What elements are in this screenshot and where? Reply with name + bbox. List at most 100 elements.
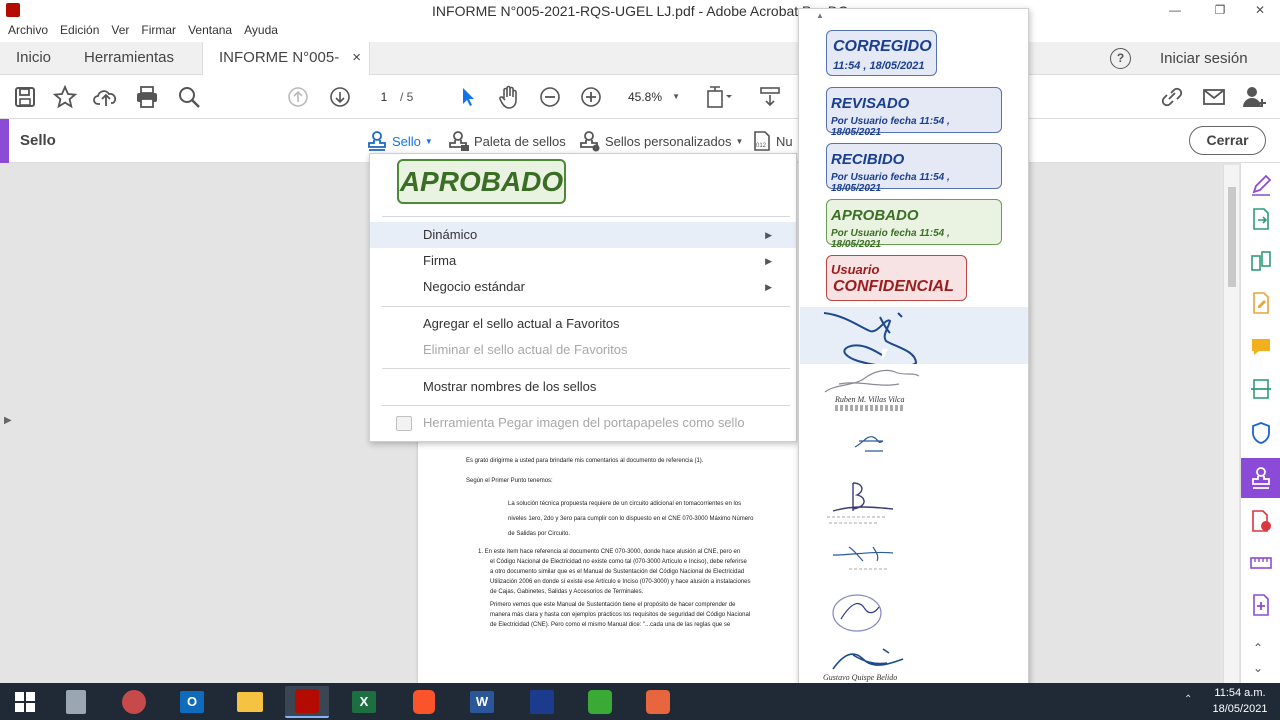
tab-inicio[interactable]: Inicio [0,42,67,75]
rail-expand-icon[interactable]: ⌃ [1253,641,1263,655]
zoom-out-icon[interactable] [536,83,564,111]
hand-tool-icon[interactable] [495,83,523,111]
stamp-panel: ▲ CORREGIDO 11:54 , 18/05/2021 REVISADO … [798,8,1029,718]
bookmark-star-icon[interactable] [51,83,79,111]
signature-stamp-2[interactable]: Ruben M. Villas Vilca [819,364,929,414]
export-pdf-icon[interactable] [1249,207,1273,231]
rail-collapse-icon[interactable]: ⌄ [1253,661,1263,675]
zoom-select[interactable]: 45.8% ▼ [620,85,686,109]
fill-sign-icon[interactable] [1249,173,1273,197]
scan-icon[interactable] [1249,377,1273,401]
signature-image [832,546,894,570]
snipping-tool-icon[interactable] [112,686,156,718]
signature-stamp-6[interactable] [827,589,889,639]
stamp-title: RECIBIDO [831,151,905,168]
clock-date[interactable]: 18/05/2021 [1205,703,1275,715]
custom-stamps-button[interactable]: Sellos personalizados ▼ [579,129,743,153]
page-up-icon[interactable] [284,83,312,111]
clock-time[interactable]: 11:54 a.m. [1205,687,1275,699]
numbering-button[interactable]: 012 Nu [752,129,793,153]
menu-item-dinamico[interactable]: Dinámico ▶ [370,222,796,248]
search-icon[interactable] [175,83,203,111]
outlook-icon[interactable]: O [170,686,214,718]
measure-icon[interactable] [1249,551,1273,575]
stamp-dropdown-button[interactable]: Sello ▼ [366,129,433,153]
stamp-revisado[interactable]: REVISADO Por Usuario fecha 11:54 , 18/05… [826,87,1002,138]
menu-item-firma[interactable]: Firma ▶ [370,248,796,274]
signin-link[interactable]: Iniciar sesión [1160,50,1248,67]
stamp-aprobado[interactable]: APROBADO Por Usuario fecha 11:54 , 18/05… [826,199,1002,250]
zoom-in-icon[interactable] [577,83,605,111]
add-user-icon[interactable] [1241,83,1269,111]
menu-firmar[interactable]: Firmar [135,22,182,42]
close-window-button[interactable]: ✕ [1245,0,1275,20]
help-icon[interactable]: ? [1110,48,1131,69]
add-page-icon[interactable] [1249,593,1273,617]
save-icon[interactable] [11,83,39,111]
minimize-button[interactable]: ― [1160,0,1190,20]
maximize-button[interactable]: ❐ [1205,0,1235,20]
title-bar: INFORME N°005-2021-RQS-UGEL LJ.pdf - Ado… [0,0,1280,22]
doc-line: 1. En este ítem hace referencia al docum… [478,549,741,555]
edit-pdf-icon[interactable] [1249,291,1273,315]
camtasia-orange-icon[interactable] [636,686,680,718]
upload-cloud-icon[interactable] [92,83,120,111]
comment-icon[interactable] [1249,335,1273,359]
scrollbar-thumb[interactable] [1228,187,1236,287]
stamp-icon [368,131,386,151]
page-down-icon[interactable] [326,83,354,111]
signature-stamp-4[interactable] [823,479,903,529]
menu-ventana[interactable]: Ventana [182,22,238,42]
print-icon[interactable] [133,83,161,111]
file-explorer-icon[interactable] [228,686,272,718]
signature-stamp-5[interactable] [829,539,909,579]
window-title: INFORME N°005-2021-RQS-UGEL LJ.pdf - Ado… [432,3,848,19]
brave-browser-icon[interactable] [402,686,446,718]
numbering-icon: 012 [754,131,770,151]
tab-herramientas[interactable]: Herramientas [68,42,190,75]
menu-archivo[interactable]: Archivo [2,22,54,42]
menu-item-label: Eliminar el sello actual de Favoritos [423,342,628,357]
signature-caption: Gustavo Quispe Belido [823,673,898,682]
doc-line: niveles 1ero, 2do y 3ero para cumplir co… [508,516,754,522]
tab-document[interactable]: INFORME N°005-2... × [202,42,370,98]
right-tools-pane: ⌃ ⌄ [1223,163,1280,683]
page-number-input[interactable]: 1 [370,87,398,107]
email-icon[interactable] [1200,83,1228,111]
menu-item-negocio-estandar[interactable]: Negocio estándar ▶ [370,274,796,300]
tray-chevron-icon[interactable]: ⌃ [1184,694,1192,705]
signature-stamp-1[interactable] [800,307,1028,368]
protect-shield-icon[interactable] [1249,421,1273,445]
acrobat-taskbar-icon[interactable] [285,686,329,718]
organize-pages-icon[interactable] [1249,249,1273,273]
menu-item-show-names[interactable]: Mostrar nombres de los sellos [370,374,796,400]
calculator-icon[interactable] [54,686,98,718]
scroll-up-icon[interactable]: ▲ [816,11,824,20]
stamp-recibido[interactable]: RECIBIDO Por Usuario fecha 11:54 , 18/05… [826,143,1002,194]
vertical-scrollbar[interactable] [1223,165,1239,683]
windows-start-icon[interactable] [3,686,47,718]
close-tool-button[interactable]: Cerrar [1189,126,1266,155]
menu-ver[interactable]: Ver [105,22,135,42]
scroll-mode-icon[interactable] [756,83,784,111]
menu-item-add-favorites[interactable]: Agregar el sello actual a Favoritos [370,311,796,337]
custom-stamps-label: Sellos personalizados [605,133,732,149]
stamp-tool-active[interactable] [1241,458,1280,498]
select-cursor-icon[interactable] [454,83,482,111]
create-pdf-icon[interactable] [1249,509,1273,533]
stamp-palette-button[interactable]: Paleta de sellos [448,129,566,153]
share-link-icon[interactable] [1158,83,1186,111]
stamp-preview[interactable]: APROBADO [397,159,566,204]
left-panel-toggle-icon[interactable]: ▶ [4,415,12,426]
signature-stamp-3[interactable] [851,427,891,455]
menu-edicion[interactable]: Edición [54,22,105,42]
stamp-confidencial[interactable]: Usuario CONFIDENCIAL [826,255,967,301]
page-fit-icon[interactable] [704,83,732,111]
excel-icon[interactable]: X [342,686,386,718]
app-icon-blue[interactable] [520,686,564,718]
camtasia-green-icon[interactable] [578,686,622,718]
menu-ayuda[interactable]: Ayuda [238,22,284,42]
tab-close-icon[interactable]: × [352,42,361,74]
stamp-corregido[interactable]: CORREGIDO 11:54 , 18/05/2021 [826,30,937,76]
word-icon[interactable]: W [460,686,504,718]
